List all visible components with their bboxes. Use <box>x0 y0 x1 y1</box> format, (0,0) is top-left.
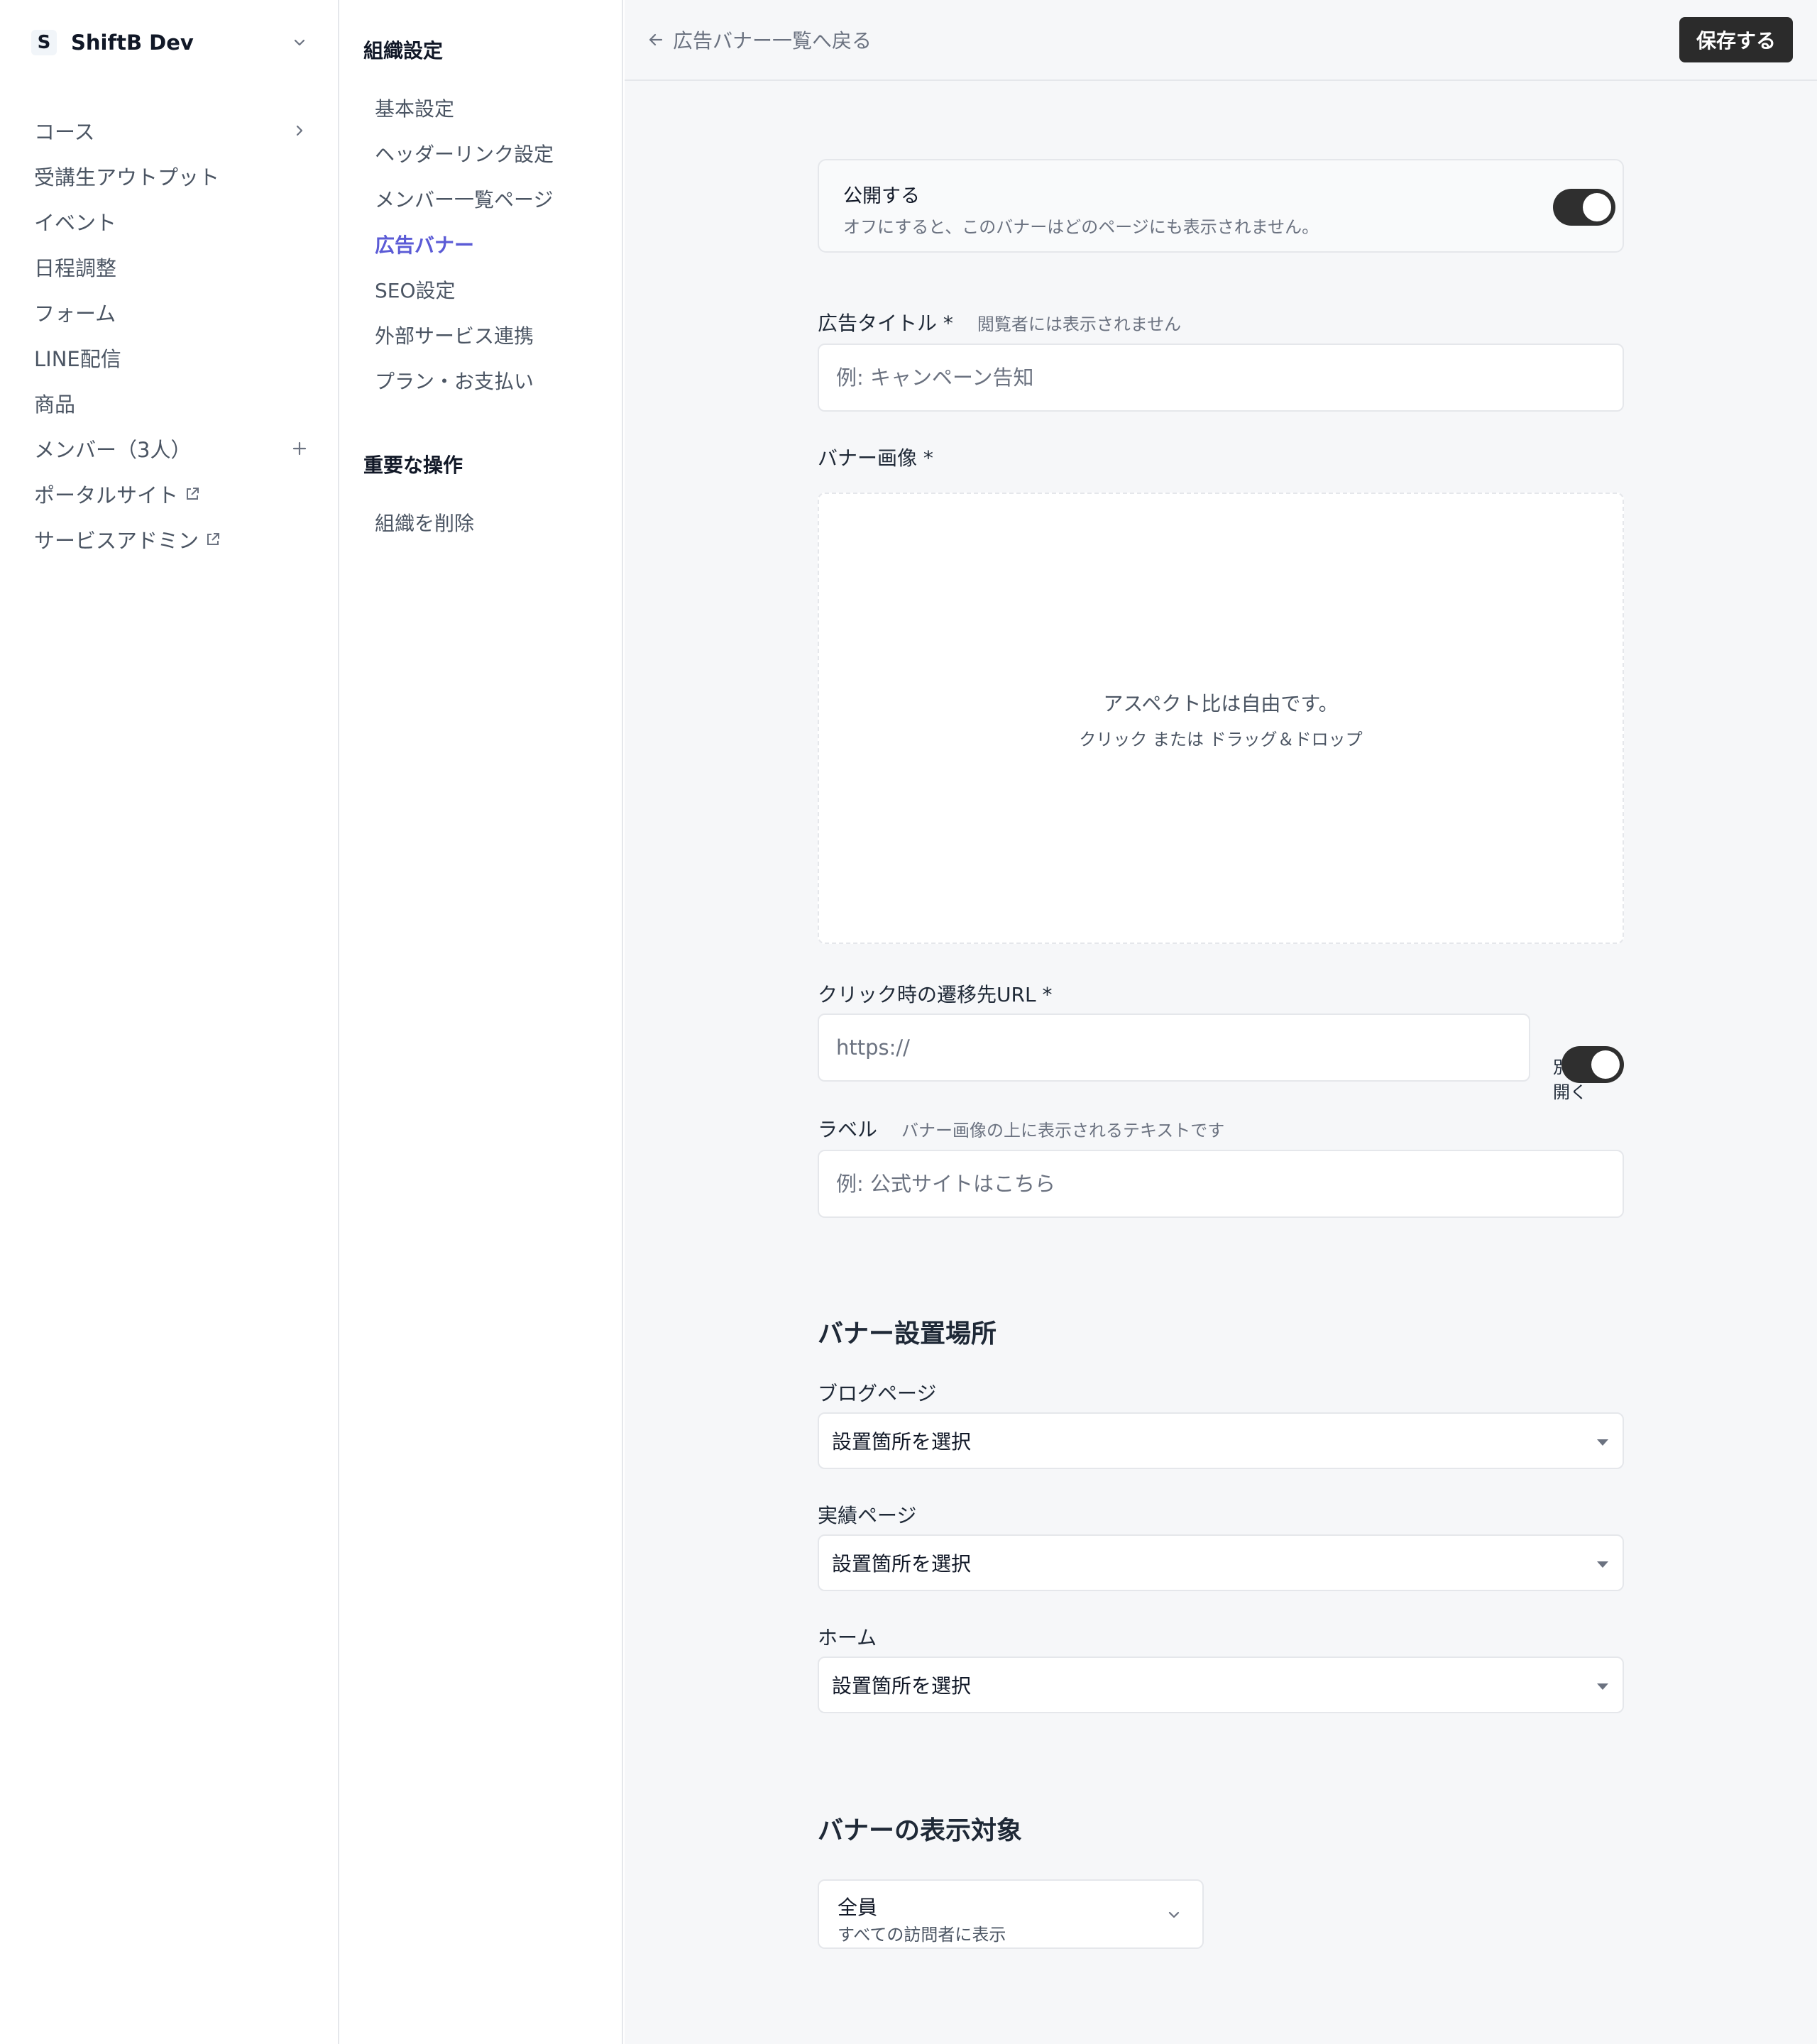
audience-value: 全員 <box>838 1896 878 1919</box>
save-button[interactable]: 保存する <box>1679 17 1793 62</box>
sidebar-item-label: 商品 <box>34 392 76 417</box>
main-sidebar: S ShiftB Dev コース 受講生アウトプット イベント 日程調整 フォー… <box>0 0 339 2044</box>
title-label-text: 広告タイトル * <box>818 312 953 335</box>
home-placement-label-text: ホーム <box>818 1626 877 1649</box>
submenu-item-ad-banner[interactable]: 広告バナー <box>375 221 616 267</box>
sidebar-item-courses[interactable]: コース <box>34 108 312 153</box>
plus-icon[interactable] <box>287 436 312 461</box>
caret-down-icon <box>1597 1439 1608 1446</box>
danger-heading: 重要な操作 <box>363 454 463 477</box>
settings-submenu: 組織設定 基本設定 ヘッダーリンク設定 メンバー一覧ページ 広告バナー SEO設… <box>341 0 623 2044</box>
back-link-label: 広告バナー一覧へ戻る <box>673 29 872 53</box>
sidebar-item-label: LINE配信 <box>34 347 121 371</box>
dropzone-main-text: アスペクト比は自由です。 <box>1103 692 1339 715</box>
back-link[interactable]: 広告バナー一覧へ戻る <box>647 26 872 54</box>
sidebar-item-products[interactable]: 商品 <box>34 380 312 426</box>
external-link-icon <box>204 531 221 548</box>
sidebar-item-label: ポータルサイト <box>34 483 179 507</box>
submenu-item-integrations[interactable]: 外部サービス連携 <box>375 312 616 358</box>
sidebar-item-portal[interactable]: ポータルサイト <box>34 471 312 517</box>
new-tab-toggle[interactable] <box>1561 1046 1624 1083</box>
works-placement-value: 設置箇所を選択 <box>832 1552 972 1576</box>
sidebar-item-label: サービスアドミン <box>34 529 199 553</box>
publish-description: オフにすると、このバナーはどのページにも表示されません。 <box>843 217 1319 237</box>
sidebar-item-forms[interactable]: フォーム <box>34 290 312 335</box>
sidebar-item-outputs[interactable]: 受講生アウトプット <box>34 153 312 199</box>
sidebar-item-label: メンバー（3人） <box>34 438 192 462</box>
label-field-label: ラベル バナー画像の上に表示されるテキストです <box>818 1114 1224 1143</box>
sidebar-item-service-admin[interactable]: サービスアドミン <box>34 517 312 562</box>
submenu-item-billing[interactable]: プラン・お支払い <box>375 358 616 403</box>
dropzone-sub-text: クリック または ドラッグ＆ドロップ <box>1079 730 1363 749</box>
blog-placement-value: 設置箇所を選択 <box>832 1430 972 1454</box>
publish-toggle[interactable] <box>1553 189 1615 226</box>
blog-placement-label: ブログページ <box>818 1378 936 1407</box>
submenu-item-delete-org[interactable]: 組織を削除 <box>375 500 616 545</box>
sidebar-item-label: 受講生アウトプット <box>34 165 220 189</box>
blog-placement-label-text: ブログページ <box>818 1382 937 1405</box>
home-placement-select[interactable]: 設置箇所を選択 <box>818 1656 1624 1713</box>
arrow-left-icon <box>649 33 663 46</box>
audience-select[interactable]: 全員 すべての訪問者に表示 <box>818 1879 1204 1949</box>
banner-image-dropzone[interactable]: アスペクト比は自由です。 クリック または ドラッグ＆ドロップ <box>818 493 1624 944</box>
submenu-item-header-links[interactable]: ヘッダーリンク設定 <box>375 131 616 176</box>
sidebar-item-label: フォーム <box>34 302 116 326</box>
org-switcher[interactable]: S ShiftB Dev <box>31 28 309 57</box>
submenu-item-member-list[interactable]: メンバー一覧ページ <box>375 176 616 221</box>
publish-title: 公開する <box>843 185 920 207</box>
topbar: 広告バナー一覧へ戻る 保存する <box>625 0 1817 81</box>
caret-down-icon <box>1597 1561 1608 1568</box>
submenu-list: 基本設定 ヘッダーリンク設定 メンバー一覧ページ 広告バナー SEO設定 外部サ… <box>375 85 616 403</box>
label-label-text: ラベル <box>818 1118 878 1141</box>
url-label-text: クリック時の遷移先URL * <box>818 983 1053 1006</box>
submenu-item-seo[interactable]: SEO設定 <box>375 267 616 312</box>
placement-section-title: バナー設置場所 <box>818 1319 997 1348</box>
publish-card: 公開する オフにすると、このバナーはどのページにも表示されません。 <box>818 159 1624 253</box>
label-hint: バナー画像の上に表示されるテキストです <box>901 1121 1225 1141</box>
sidebar-item-events[interactable]: イベント <box>34 199 312 244</box>
submenu-item-basic[interactable]: 基本設定 <box>375 85 616 131</box>
sidebar-item-label: コース <box>34 120 95 144</box>
home-placement-value: 設置箇所を選択 <box>832 1674 972 1698</box>
blog-placement-select[interactable]: 設置箇所を選択 <box>818 1412 1624 1469</box>
works-placement-label: 実績ページ <box>818 1500 916 1529</box>
org-badge: S <box>31 30 57 55</box>
works-placement-select[interactable]: 設置箇所を選択 <box>818 1534 1624 1591</box>
submenu-heading: 組織設定 <box>363 39 444 62</box>
home-placement-label: ホーム <box>818 1622 877 1651</box>
title-field-label: 広告タイトル * 閲覧者には表示されません <box>818 308 1181 336</box>
chevron-right-icon[interactable] <box>287 118 312 143</box>
sidebar-item-line[interactable]: LINE配信 <box>34 335 312 380</box>
label-input[interactable] <box>818 1150 1624 1218</box>
image-field-label: バナー画像 * <box>818 443 933 471</box>
audience-description: すべての訪問者に表示 <box>838 1925 1006 1945</box>
audience-section-title: バナーの表示対象 <box>818 1816 1023 1845</box>
works-placement-label-text: 実績ページ <box>818 1504 917 1527</box>
sidebar-item-label: イベント <box>34 211 117 235</box>
url-input[interactable] <box>818 1013 1530 1082</box>
chevron-down-icon <box>1164 1905 1184 1925</box>
sidebar-item-scheduling[interactable]: 日程調整 <box>34 244 312 290</box>
image-label-text: バナー画像 * <box>818 446 933 470</box>
main-content: 広告バナー一覧へ戻る 保存する 公開する オフにすると、このバナーはどのページに… <box>625 0 1817 2044</box>
sidebar-item-label: 日程調整 <box>34 256 117 280</box>
main-nav: コース 受講生アウトプット イベント 日程調整 フォーム LINE配信 商品 メ… <box>34 108 312 562</box>
danger-list: 組織を削除 <box>375 500 616 545</box>
url-field-label: クリック時の遷移先URL * <box>818 979 1052 1008</box>
external-link-icon <box>184 485 201 502</box>
ad-title-input[interactable] <box>818 344 1624 412</box>
sidebar-item-members[interactable]: メンバー（3人） <box>34 426 312 471</box>
org-name: ShiftB Dev <box>71 31 194 55</box>
chevron-down-icon[interactable] <box>290 33 309 53</box>
caret-down-icon <box>1597 1683 1608 1690</box>
title-hint: 閲覧者には表示されません <box>977 314 1182 334</box>
